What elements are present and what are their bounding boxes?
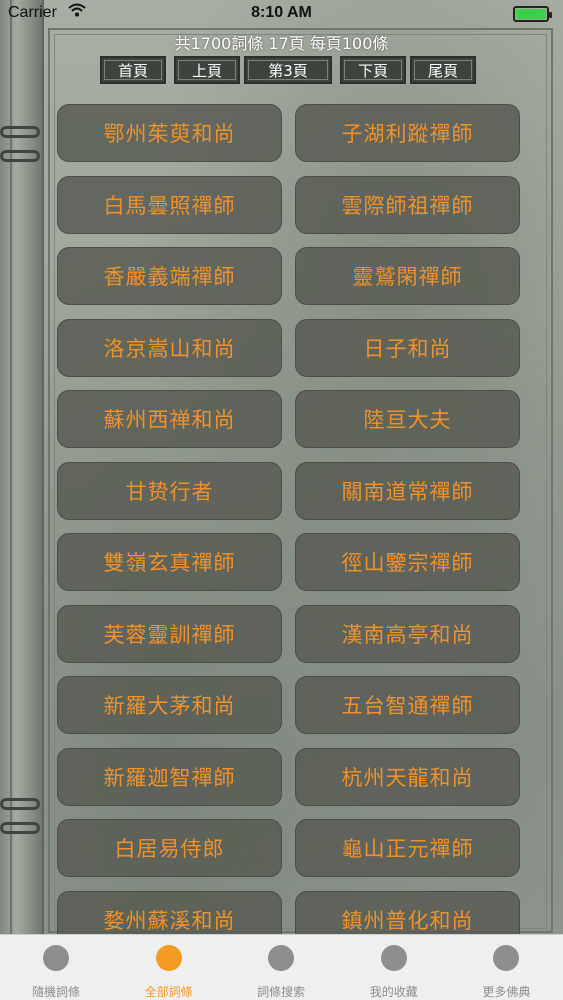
tab-circle-icon [155,945,182,971]
pagination-bar: 首頁 上頁 第3頁 下頁 尾頁 [100,56,476,86]
tab-item[interactable]: 我的收藏 [338,935,450,1000]
entry-button[interactable]: 新羅迦智禪師 [57,747,282,806]
next-page-button[interactable]: 下頁 [340,56,406,84]
entry-button[interactable]: 靈鷲閑禪師 [295,247,520,305]
tab-bar: 隨機詞條 全部詞條 詞條搜索 我的收藏 更多佛典 [0,934,563,1000]
entry-button[interactable]: 蘇州西禅和尚 [57,390,282,448]
tab-item[interactable]: 更多佛典 [450,935,562,1000]
status-time: 8:10 AM [251,4,312,21]
tab-label: 更多佛典 [482,985,531,999]
status-bar: Carrier 8:10 AM [0,0,563,28]
entry-button[interactable]: 白居易侍郎 [57,819,282,877]
binding-ring [0,822,40,834]
prev-page-button[interactable]: 上頁 [174,56,240,84]
battery-icon [513,6,552,22]
entry-summary: 共1700詞條 17頁 每頁100條 [174,34,389,53]
book-binding [0,0,44,935]
tab-label: 我的收藏 [369,985,418,999]
entry-button[interactable]: 鄂州茱萸和尚 [57,104,282,162]
tab-circle-icon [380,945,407,971]
tab-item[interactable]: 詞條搜索 [225,935,337,1000]
entry-button[interactable]: 洛京嵩山和尚 [57,318,282,377]
binding-line [10,0,12,935]
entry-button[interactable]: 關南道常禪師 [295,461,520,520]
last-page-button[interactable]: 尾頁 [410,56,476,84]
tab-circle-icon [43,945,69,971]
tab-circle-icon [268,945,295,971]
entry-button[interactable]: 香嚴義端禪師 [57,247,282,305]
entry-button[interactable]: 甘贽行者 [57,461,282,520]
entry-button[interactable]: 徑山鑒宗禪師 [295,533,520,591]
entry-button[interactable]: 子湖利蹤禪師 [295,104,520,162]
first-page-button[interactable]: 首頁 [100,56,166,84]
binding-ring [0,150,40,162]
entry-button[interactable]: 龜山正元禪師 [295,819,520,877]
binding-ring [0,126,40,138]
entry-button[interactable]: 芙蓉靈訓禪師 [57,604,282,663]
tab-circle-icon [493,945,520,971]
entry-button[interactable]: 雙嶺玄真禪師 [57,533,282,591]
entry-button[interactable]: 白馬曇照禪師 [57,175,282,234]
tab-label: 全部詞條 [144,985,193,999]
tab-item[interactable]: 全部詞條 [113,935,225,1000]
entry-button[interactable]: 雲際師祖禪師 [295,175,520,234]
entry-button[interactable]: 杭州天龍和尚 [295,747,520,806]
entry-button[interactable]: 日子和尚 [295,318,520,377]
entry-button[interactable]: 婺州蘇溪和尚 [57,890,282,934]
entry-button[interactable]: 漢南高亭和尚 [295,604,520,663]
entry-button[interactable]: 五台智通禪師 [295,676,520,734]
entry-button[interactable]: 陸亘大夫 [295,390,520,448]
tab-item[interactable]: 隨機詞條 [0,935,112,1000]
entry-button[interactable]: 鎮州普化和尚 [295,890,520,934]
entry-grid: 鄂州茱萸和尚 子湖利蹤禪師 白馬曇照禪師 雲際師祖禪師 香嚴義端禪師 靈鷲閑禪師 洛京嵩山和… [57,104,520,934]
battery-fill [516,9,546,19]
current-page-button[interactable]: 第3頁 [244,56,332,84]
tab-label: 詞條搜索 [257,985,306,999]
entry-button[interactable]: 新羅大茅和尚 [57,676,282,734]
tab-label: 隨機詞條 [31,985,80,999]
binding-ring [0,798,40,810]
